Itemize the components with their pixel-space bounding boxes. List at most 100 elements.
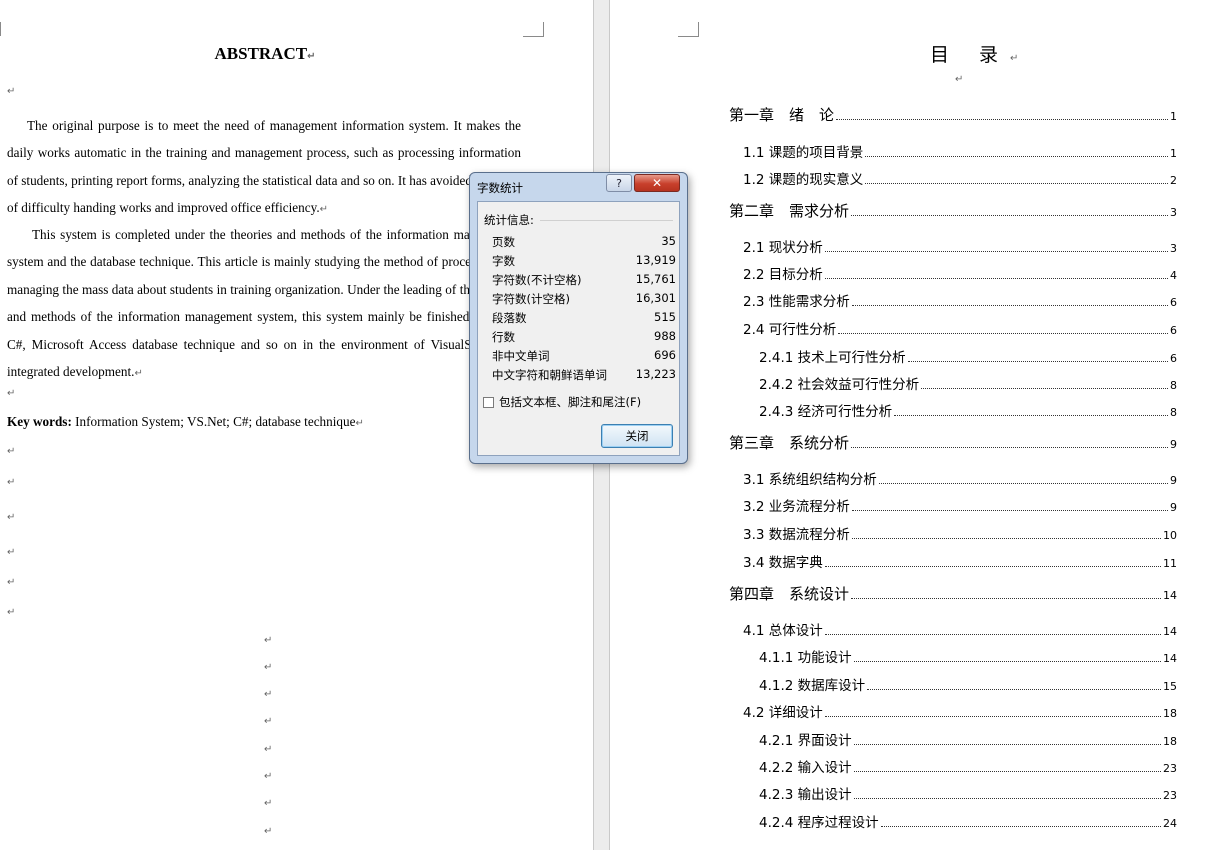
- toc-entry[interactable]: 3.4 数据字典 11: [743, 551, 1177, 571]
- toc-dot-leader: [853, 770, 1161, 772]
- paragraph-mark-icon: ↵: [7, 86, 16, 97]
- toc-entry-label: 3.2 业务流程分析: [743, 499, 850, 515]
- toc-entry[interactable]: 4.2.3 输出设计 23: [759, 783, 1177, 803]
- toc-entry[interactable]: 第四章 系统设计 14: [729, 583, 1177, 604]
- paragraph-mark-icon: ↵: [7, 446, 16, 457]
- stat-label: 中文字符和朝鲜语单词: [492, 368, 607, 382]
- paragraph-mark-icon: ↵: [7, 477, 16, 488]
- paragraph-mark-icon: ↵: [7, 547, 16, 558]
- paragraph-mark-icon: ↵: [134, 368, 143, 380]
- toc-entry-label: 第四章 系统设计: [729, 585, 850, 603]
- toc-dot-leader: [836, 118, 1168, 120]
- paragraph-mark-icon: ↵: [7, 577, 16, 588]
- toc-entry-page: 6: [1170, 352, 1177, 365]
- checkbox-label: 包括文本框、脚注和尾注(F): [499, 395, 642, 409]
- toc-dot-leader: [824, 250, 1168, 252]
- toc-entry-page: 6: [1170, 296, 1177, 309]
- toc-entry-label: 4.1 总体设计: [743, 623, 823, 639]
- toc-entry-page: 15: [1163, 680, 1177, 693]
- stat-row: 段落数 515: [492, 310, 676, 326]
- paragraph-mark-icon: ↵: [7, 512, 16, 523]
- toc-entry-page: 18: [1163, 707, 1177, 720]
- toc-entry[interactable]: 2.4.1 技术上可行性分析 6: [759, 346, 1177, 366]
- toc-entry-page: 23: [1163, 789, 1177, 802]
- stat-label: 字符数(计空格): [492, 292, 570, 306]
- toc-entry-label: 4.2.4 程序过程设计: [759, 815, 879, 831]
- close-icon[interactable]: ✕: [634, 174, 680, 192]
- toc-entry[interactable]: 4.1.1 功能设计 14: [759, 646, 1177, 666]
- toc-entry-page: 1: [1170, 110, 1177, 123]
- toc-entry[interactable]: 第三章 系统分析 9: [729, 432, 1177, 453]
- margin-corner-left-top: [0, 22, 2, 36]
- stat-label: 字符数(不计空格): [492, 273, 582, 287]
- toc-entry-label: 2.3 性能需求分析: [743, 294, 850, 310]
- toc-entry[interactable]: 3.1 系统组织结构分析 9: [743, 468, 1177, 488]
- stat-label: 非中文单词: [492, 349, 550, 363]
- toc-entry-label: 4.2.3 输出设计: [759, 787, 852, 803]
- keywords-line: Key words: Information System; VS.Net; C…: [7, 414, 364, 430]
- toc-entry-page: 4: [1170, 269, 1177, 282]
- toc-entry[interactable]: 3.2 业务流程分析 9: [743, 495, 1177, 515]
- paragraph-mark-icon: ↵: [264, 744, 273, 755]
- toc-entry-page: 1: [1170, 147, 1177, 160]
- toc-entry[interactable]: 4.2.2 输入设计 23: [759, 756, 1177, 776]
- toc-dot-leader: [851, 597, 1161, 599]
- toc-entry-label: 2.4.1 技术上可行性分析: [759, 350, 906, 366]
- toc-entry[interactable]: 4.2.4 程序过程设计 24: [759, 811, 1177, 831]
- toc-entry[interactable]: 2.4.2 社会效益可行性分析 8: [759, 373, 1177, 393]
- toc-title: 目 录↵: [930, 44, 1019, 66]
- stat-label: 段落数: [492, 311, 527, 325]
- toc-entry[interactable]: 1.1 课题的项目背景 1: [743, 141, 1177, 161]
- toc-entry-label: 4.2.1 界面设计: [759, 733, 852, 749]
- paragraph-mark-icon: ↵: [7, 607, 16, 618]
- toc-dot-leader: [894, 414, 1168, 416]
- stat-row: 页数 35: [492, 234, 676, 250]
- toc-entry[interactable]: 第一章 绪 论 1: [729, 104, 1177, 125]
- margin-corner-right-page-top: [678, 22, 699, 37]
- stat-value: 13,919: [635, 253, 676, 267]
- toc-entry-page: 9: [1170, 474, 1177, 487]
- toc-entry-page: 6: [1170, 324, 1177, 337]
- toc-entry-page: 14: [1163, 625, 1177, 638]
- toc-entry[interactable]: 2.4.3 经济可行性分析 8: [759, 400, 1177, 420]
- toc-entry[interactable]: 2.1 现状分析 3: [743, 236, 1177, 256]
- toc-entry-label: 3.4 数据字典: [743, 555, 823, 571]
- toc-entry[interactable]: 3.3 数据流程分析 10: [743, 523, 1177, 543]
- toc-dot-leader: [838, 332, 1168, 334]
- paragraph-mark-icon: ↵: [355, 418, 364, 429]
- stat-value: 13,223: [635, 367, 676, 381]
- toc-entry-page: 10: [1163, 529, 1177, 542]
- checkbox-box[interactable]: [483, 396, 494, 408]
- toc-entry[interactable]: 2.4 可行性分析 6: [743, 318, 1177, 338]
- toc-entry[interactable]: 第二章 需求分析 3: [729, 200, 1177, 221]
- toc-entry-label: 2.4.2 社会效益可行性分析: [759, 377, 920, 393]
- toc-entry[interactable]: 4.1.2 数据库设计 15: [759, 674, 1177, 694]
- toc-dot-leader: [851, 509, 1168, 511]
- toc-entry[interactable]: 2.3 性能需求分析 6: [743, 290, 1177, 310]
- toc-dot-leader: [851, 304, 1168, 306]
- paragraph-mark-icon: ↵: [955, 74, 964, 85]
- paragraph-mark-icon: ↵: [7, 388, 16, 399]
- toc-dot-leader: [824, 565, 1161, 567]
- stat-row: 非中文单词 696: [492, 348, 676, 364]
- toc-entry-label: 第三章 系统分析: [729, 434, 850, 452]
- stats-separator: [540, 220, 673, 221]
- toc-entry-label: 3.3 数据流程分析: [743, 527, 850, 543]
- abstract-paragraph-1: The original purpose is to meet the need…: [7, 118, 521, 216]
- toc-entry[interactable]: 2.2 目标分析 4: [743, 263, 1177, 283]
- stat-row: 字符数(计空格) 16,301: [492, 291, 676, 307]
- toc-dot-leader: [824, 715, 1161, 717]
- include-textbox-checkbox[interactable]: 包括文本框、脚注和尾注(F): [483, 394, 641, 410]
- toc-entry[interactable]: 4.2 详细设计 18: [743, 701, 1177, 721]
- toc-entry-label: 4.2.2 输入设计: [759, 760, 852, 776]
- paragraph-mark-icon: ↵: [319, 204, 329, 216]
- paragraph-mark-icon: ↵: [264, 771, 273, 782]
- close-button[interactable]: 关闭: [601, 424, 673, 448]
- toc-dot-leader: [853, 660, 1161, 662]
- help-icon[interactable]: ?: [606, 174, 632, 192]
- paragraph-mark-icon: ↵: [264, 662, 273, 673]
- toc-entry[interactable]: 4.1 总体设计 14: [743, 619, 1177, 639]
- toc-dot-leader: [880, 825, 1161, 827]
- toc-entry[interactable]: 1.2 课题的现实意义 2: [743, 168, 1177, 188]
- toc-entry[interactable]: 4.2.1 界面设计 18: [759, 729, 1177, 749]
